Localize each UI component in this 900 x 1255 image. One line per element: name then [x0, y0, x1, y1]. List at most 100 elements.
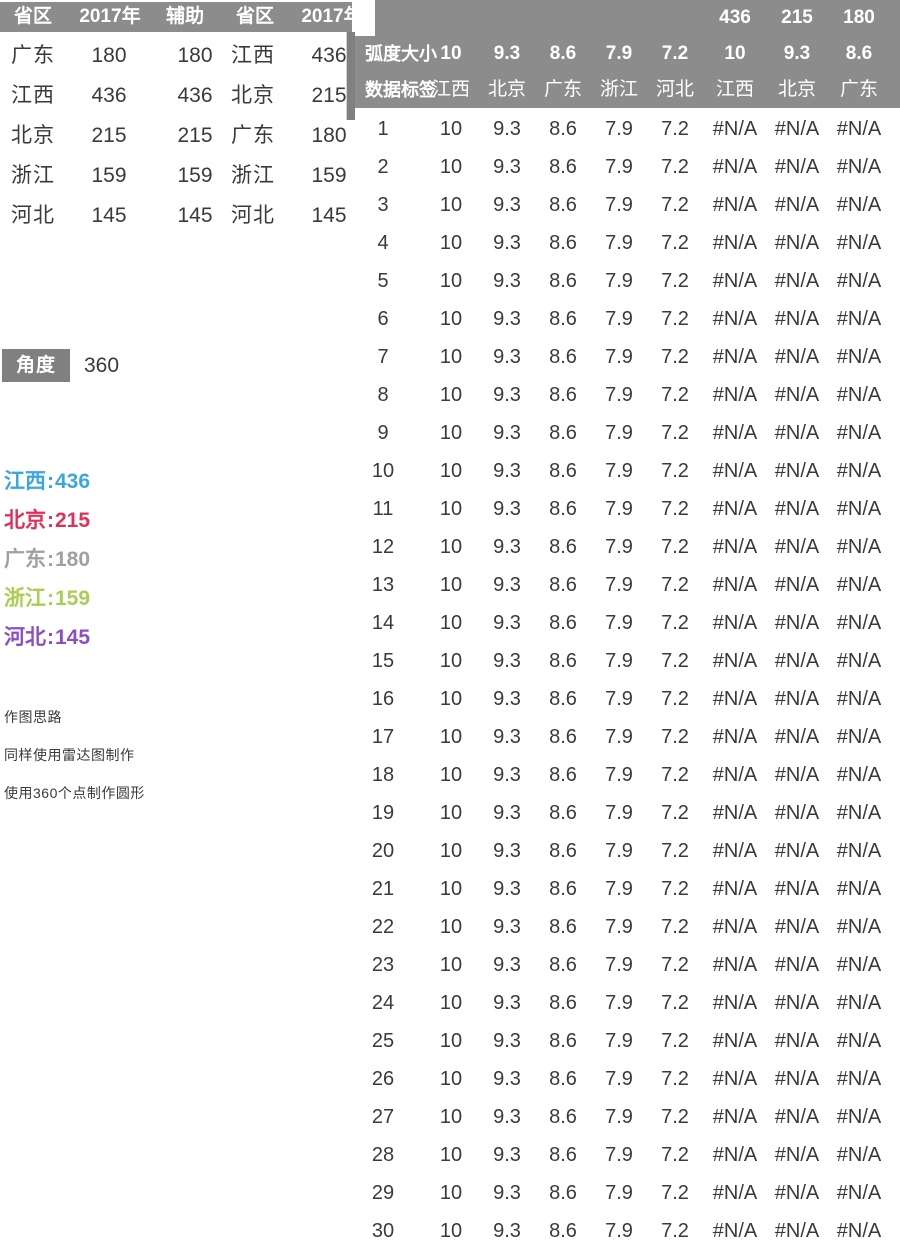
- right-cell-r16-c4[interactable]: 7.2: [647, 718, 703, 756]
- right-cell-r7-c6[interactable]: #N/A: [765, 376, 829, 414]
- table-row[interactable]: 广东 180 180 江西 436: [0, 36, 352, 76]
- right-cell-r1-c2[interactable]: 8.6: [535, 148, 591, 186]
- right-cell-r28-c1[interactable]: 9.3: [479, 1174, 535, 1212]
- right-cell-r26-c4[interactable]: 7.2: [647, 1098, 703, 1136]
- arc-size-cell-3[interactable]: 7.9: [591, 36, 647, 72]
- row-index-cell[interactable]: 25: [355, 1022, 423, 1060]
- row-index-cell[interactable]: 5: [355, 262, 423, 300]
- right-cell-r7-c5[interactable]: #N/A: [703, 376, 767, 414]
- right-cell-r29-c4[interactable]: 7.2: [647, 1212, 703, 1250]
- right-cell-r22-c2[interactable]: 8.6: [535, 946, 591, 984]
- right-cell-r13-c5[interactable]: #N/A: [703, 604, 767, 642]
- right-cell-r10-c1[interactable]: 9.3: [479, 490, 535, 528]
- right-cell-r25-c6[interactable]: #N/A: [765, 1060, 829, 1098]
- table-row[interactable]: 9 10 9.3 8.6 7.9 7.2 #N/A #N/A #N/A: [355, 414, 900, 452]
- right-cell-r10-c5[interactable]: #N/A: [703, 490, 767, 528]
- right-cell-r20-c2[interactable]: 8.6: [535, 870, 591, 908]
- right-cell-r7-c4[interactable]: 7.2: [647, 376, 703, 414]
- right-cell-r23-c7[interactable]: #N/A: [827, 984, 891, 1022]
- table-row[interactable]: 17 10 9.3 8.6 7.9 7.2 #N/A #N/A #N/A: [355, 718, 900, 756]
- left-cell-r2-c3[interactable]: 广东: [222, 116, 284, 156]
- right-cell-r21-c0[interactable]: 10: [423, 908, 479, 946]
- right-cell-r23-c4[interactable]: 7.2: [647, 984, 703, 1022]
- table-row[interactable]: 14 10 9.3 8.6 7.9 7.2 #N/A #N/A #N/A: [355, 604, 900, 642]
- right-cell-r21-c1[interactable]: 9.3: [479, 908, 535, 946]
- right-cell-r18-c1[interactable]: 9.3: [479, 794, 535, 832]
- left-cell-r1-c1[interactable]: 436: [66, 76, 152, 116]
- right-cell-r23-c1[interactable]: 9.3: [479, 984, 535, 1022]
- right-cell-r4-c7[interactable]: #N/A: [827, 262, 891, 300]
- right-cell-r1-c3[interactable]: 7.9: [591, 148, 647, 186]
- right-cell-r7-c1[interactable]: 9.3: [479, 376, 535, 414]
- table-row[interactable]: 16 10 9.3 8.6 7.9 7.2 #N/A #N/A #N/A: [355, 680, 900, 718]
- right-cell-r3-c3[interactable]: 7.9: [591, 224, 647, 262]
- right-cell-r11-c0[interactable]: 10: [423, 528, 479, 566]
- right-cell-r5-c3[interactable]: 7.9: [591, 300, 647, 338]
- right-cell-r5-c5[interactable]: #N/A: [703, 300, 767, 338]
- left-cell-r3-c1[interactable]: 159: [66, 156, 152, 196]
- row-index-cell[interactable]: 26: [355, 1060, 423, 1098]
- right-cell-r4-c3[interactable]: 7.9: [591, 262, 647, 300]
- left-cell-r4-c3[interactable]: 河北: [222, 196, 284, 236]
- right-cell-r21-c3[interactable]: 7.9: [591, 908, 647, 946]
- right-top-header-8[interactable]: 180: [827, 0, 891, 36]
- row-index-cell[interactable]: 2: [355, 148, 423, 186]
- right-cell-r24-c6[interactable]: #N/A: [765, 1022, 829, 1060]
- left-cell-r4-c1[interactable]: 145: [66, 196, 152, 236]
- right-cell-r22-c0[interactable]: 10: [423, 946, 479, 984]
- right-cell-r3-c1[interactable]: 9.3: [479, 224, 535, 262]
- right-cell-r11-c3[interactable]: 7.9: [591, 528, 647, 566]
- right-cell-r26-c3[interactable]: 7.9: [591, 1098, 647, 1136]
- right-cell-r19-c1[interactable]: 9.3: [479, 832, 535, 870]
- right-cell-r24-c7[interactable]: #N/A: [827, 1022, 891, 1060]
- right-cell-r17-c3[interactable]: 7.9: [591, 756, 647, 794]
- right-cell-r11-c6[interactable]: #N/A: [765, 528, 829, 566]
- right-cell-r21-c6[interactable]: #N/A: [765, 908, 829, 946]
- right-cell-r19-c4[interactable]: 7.2: [647, 832, 703, 870]
- right-cell-r4-c6[interactable]: #N/A: [765, 262, 829, 300]
- right-cell-r0-c6[interactable]: #N/A: [765, 110, 829, 148]
- row-index-cell[interactable]: 29: [355, 1174, 423, 1212]
- data-label-cell-1[interactable]: 北京: [479, 72, 535, 108]
- right-cell-r18-c2[interactable]: 8.6: [535, 794, 591, 832]
- right-cell-r5-c7[interactable]: #N/A: [827, 300, 891, 338]
- right-cell-r16-c0[interactable]: 10: [423, 718, 479, 756]
- row-index-cell[interactable]: 12: [355, 528, 423, 566]
- row-index-cell[interactable]: 27: [355, 1098, 423, 1136]
- right-cell-r17-c2[interactable]: 8.6: [535, 756, 591, 794]
- data-label-cell-5[interactable]: 江西: [703, 72, 767, 108]
- right-cell-r3-c0[interactable]: 10: [423, 224, 479, 262]
- right-cell-r18-c0[interactable]: 10: [423, 794, 479, 832]
- right-cell-r0-c4[interactable]: 7.2: [647, 110, 703, 148]
- right-cell-r27-c3[interactable]: 7.9: [591, 1136, 647, 1174]
- right-cell-r29-c1[interactable]: 9.3: [479, 1212, 535, 1250]
- table-row[interactable]: 18 10 9.3 8.6 7.9 7.2 #N/A #N/A #N/A: [355, 756, 900, 794]
- right-cell-r17-c0[interactable]: 10: [423, 756, 479, 794]
- right-cell-r9-c6[interactable]: #N/A: [765, 452, 829, 490]
- right-cell-r8-c4[interactable]: 7.2: [647, 414, 703, 452]
- row-index-cell[interactable]: 18: [355, 756, 423, 794]
- right-cell-r24-c4[interactable]: 7.2: [647, 1022, 703, 1060]
- right-cell-r27-c4[interactable]: 7.2: [647, 1136, 703, 1174]
- right-cell-r9-c5[interactable]: #N/A: [703, 452, 767, 490]
- right-cell-r27-c7[interactable]: #N/A: [827, 1136, 891, 1174]
- right-cell-r10-c6[interactable]: #N/A: [765, 490, 829, 528]
- right-top-header-6[interactable]: 436: [703, 0, 767, 36]
- right-cell-r19-c6[interactable]: #N/A: [765, 832, 829, 870]
- right-cell-r2-c2[interactable]: 8.6: [535, 186, 591, 224]
- right-cell-r18-c3[interactable]: 7.9: [591, 794, 647, 832]
- right-cell-r12-c5[interactable]: #N/A: [703, 566, 767, 604]
- right-cell-r16-c2[interactable]: 8.6: [535, 718, 591, 756]
- right-cell-r10-c4[interactable]: 7.2: [647, 490, 703, 528]
- right-cell-r14-c6[interactable]: #N/A: [765, 642, 829, 680]
- right-cell-r23-c0[interactable]: 10: [423, 984, 479, 1022]
- left-cell-r2-c1[interactable]: 215: [66, 116, 152, 156]
- right-cell-r9-c1[interactable]: 9.3: [479, 452, 535, 490]
- table-row[interactable]: 8 10 9.3 8.6 7.9 7.2 #N/A #N/A #N/A: [355, 376, 900, 414]
- right-cell-r2-c1[interactable]: 9.3: [479, 186, 535, 224]
- right-cell-r8-c3[interactable]: 7.9: [591, 414, 647, 452]
- right-cell-r25-c2[interactable]: 8.6: [535, 1060, 591, 1098]
- right-cell-r10-c2[interactable]: 8.6: [535, 490, 591, 528]
- right-cell-r13-c4[interactable]: 7.2: [647, 604, 703, 642]
- right-cell-r7-c0[interactable]: 10: [423, 376, 479, 414]
